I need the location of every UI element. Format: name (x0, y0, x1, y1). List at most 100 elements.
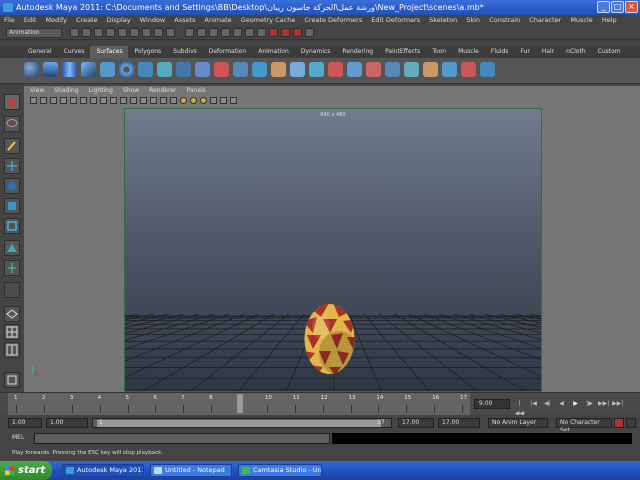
square-icon[interactable] (252, 62, 267, 77)
current-frame-field[interactable]: 9.00 (474, 399, 510, 409)
select-object-icon[interactable] (118, 28, 127, 37)
step-forward-frame-icon[interactable]: |▶ (584, 399, 595, 409)
filter-2-icon[interactable] (154, 28, 163, 37)
menu-set-dropdown[interactable]: Animation (6, 28, 62, 38)
tab-polygons[interactable]: Polygons (128, 46, 167, 58)
layout-single-icon[interactable] (4, 306, 20, 322)
show-manipulator-icon[interactable] (4, 260, 20, 276)
menu-window[interactable]: Window (140, 15, 166, 26)
tab-toon[interactable]: Toon (426, 46, 452, 58)
textured-icon[interactable] (170, 97, 177, 104)
tab-animation[interactable]: Animation (252, 46, 295, 58)
tab-painteffects[interactable]: PaintEffects (379, 46, 426, 58)
lasso-tool-icon[interactable] (4, 116, 20, 132)
play-backward-icon[interactable]: ◀ (556, 399, 567, 409)
smooth-shade-icon[interactable] (150, 97, 157, 104)
loft-icon[interactable] (157, 62, 172, 77)
mel-label[interactable]: MEL (12, 434, 24, 441)
menu-create[interactable]: Create (76, 15, 98, 26)
tab-muscle[interactable]: Muscle (452, 46, 485, 58)
outliner-icon[interactable] (4, 372, 20, 388)
gate-mask-icon[interactable] (100, 97, 107, 104)
trim-icon[interactable] (328, 62, 343, 77)
panel-menu-lighting[interactable]: Lighting (89, 86, 113, 95)
menu-create-deformers[interactable]: Create Deformers (304, 15, 362, 26)
tab-fur[interactable]: Fur (514, 46, 535, 58)
panel-menu-panels[interactable]: Panels (186, 86, 205, 95)
wireframe-on-shaded-icon[interactable] (160, 97, 167, 104)
save-scene-icon[interactable] (94, 28, 103, 37)
safe-action-icon[interactable] (120, 97, 127, 104)
snap-plane-icon[interactable] (221, 28, 230, 37)
maximize-button[interactable]: □ (611, 1, 624, 13)
menu-character[interactable]: Character (529, 15, 561, 26)
attach-icon[interactable] (366, 62, 381, 77)
start-time-field[interactable]: 1.00 (8, 418, 42, 428)
nurbs-cube-icon[interactable] (43, 62, 58, 77)
menu-file[interactable]: File (4, 15, 15, 26)
tab-custom[interactable]: Custom (592, 46, 627, 58)
panel-menu-view[interactable]: View (30, 86, 44, 95)
menu-skin[interactable]: Skin (466, 15, 480, 26)
nurbs-cylinder-icon[interactable] (62, 62, 77, 77)
render-frame-icon[interactable] (269, 28, 278, 37)
paint-select-tool-icon[interactable] (4, 138, 20, 154)
menu-constrain[interactable]: Constrain (489, 15, 520, 26)
stitch-icon[interactable] (442, 62, 457, 77)
autokey-icon[interactable] (614, 418, 624, 428)
boundary-icon[interactable] (233, 62, 248, 77)
minimize-button[interactable]: _ (597, 1, 610, 13)
step-forward-key-icon[interactable]: ▶▶| (598, 399, 609, 409)
bevel-icon[interactable] (271, 62, 286, 77)
render-settings-icon[interactable] (293, 28, 302, 37)
menu-modify[interactable]: Modify (45, 15, 67, 26)
character-set-dropdown[interactable]: No Character Set (556, 418, 612, 434)
taskbar-camtasia[interactable]: Camtasia Studio - Unt... (238, 464, 322, 477)
wireframe-icon[interactable] (140, 97, 147, 104)
menu-edit[interactable]: Edit (24, 15, 37, 26)
safe-title-icon[interactable] (130, 97, 137, 104)
tab-subdivs[interactable]: Subdivs (167, 46, 203, 58)
range-bar[interactable]: 1 17 (92, 418, 392, 428)
snap-point-icon[interactable] (209, 28, 218, 37)
birail-icon[interactable] (214, 62, 229, 77)
anim-layer-dropdown[interactable]: No Anim Layer (488, 418, 548, 428)
scale-tool-icon[interactable] (4, 198, 20, 214)
start-button[interactable]: start (0, 461, 52, 480)
planar-icon[interactable] (176, 62, 191, 77)
tab-fluids[interactable]: Fluids (485, 46, 515, 58)
project-curve-icon[interactable] (309, 62, 324, 77)
all-lights-icon[interactable] (190, 97, 197, 104)
mel-input[interactable] (34, 433, 330, 444)
snap-curve-icon[interactable] (197, 28, 206, 37)
align-icon[interactable] (404, 62, 419, 77)
layout-four-icon[interactable] (4, 324, 20, 340)
menu-edit-deformers[interactable]: Edit Deformers (371, 15, 420, 26)
fillet-icon[interactable] (423, 62, 438, 77)
range-handle[interactable] (97, 420, 381, 427)
bookmark-icon[interactable] (50, 97, 57, 104)
tab-hair[interactable]: Hair (536, 46, 560, 58)
menu-skeleton[interactable]: Skeleton (429, 15, 457, 26)
new-scene-icon[interactable] (70, 28, 79, 37)
playback-start-field[interactable]: 1.00 (46, 418, 88, 428)
construction-icon[interactable] (245, 28, 254, 37)
perspective-viewport[interactable]: 640 x 480 (124, 108, 542, 392)
input-icon[interactable] (257, 28, 266, 37)
camera-attributes-icon[interactable] (40, 97, 47, 104)
tab-deformation[interactable]: Deformation (203, 46, 252, 58)
play-forward-icon[interactable]: ▶ (570, 399, 581, 409)
current-frame-marker[interactable] (237, 394, 243, 413)
grid-toggle-icon[interactable] (70, 97, 77, 104)
close-button[interactable]: × (625, 1, 638, 13)
tab-curves[interactable]: Curves (58, 46, 91, 58)
step-back-key-icon[interactable]: |◀ (528, 399, 539, 409)
select-component-icon[interactable] (130, 28, 139, 37)
playback-end-field[interactable]: 17.00 (398, 418, 434, 428)
sculpt-icon[interactable] (461, 62, 476, 77)
menu-animate[interactable]: Animate (204, 15, 231, 26)
film-gate-icon[interactable] (80, 97, 87, 104)
anim-prefs-icon[interactable] (626, 418, 636, 428)
taskbar-notepad[interactable]: Untitled - Notepad (150, 464, 232, 477)
tab-general[interactable]: General (22, 46, 58, 58)
